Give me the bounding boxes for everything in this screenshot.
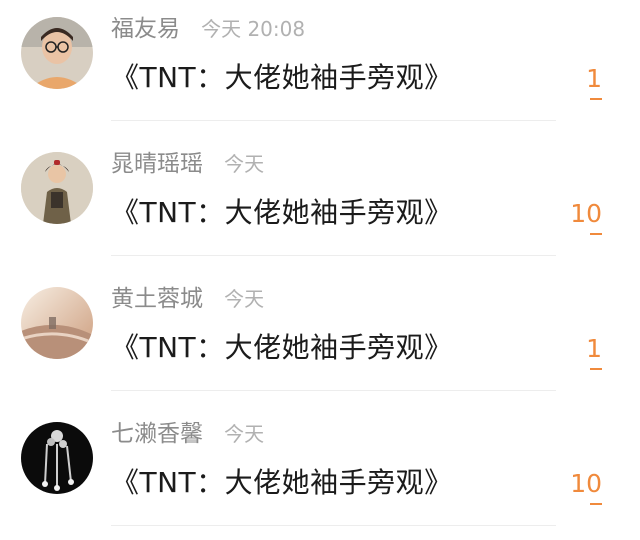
avatar[interactable] <box>21 287 93 359</box>
badge-underline <box>590 503 602 505</box>
user-line: 福友易 今天 20:08 <box>111 9 305 45</box>
list-item[interactable]: 福友易 今天 20:08 《TNT：大佬她袖手旁观》 1 <box>0 0 640 135</box>
avatar[interactable] <box>21 422 93 494</box>
divider <box>111 120 556 121</box>
user-line: 七濑香馨 今天 <box>111 414 264 450</box>
badge-underline <box>590 368 602 370</box>
post-title[interactable]: 《TNT：大佬她袖手旁观》 <box>111 326 453 366</box>
divider <box>111 390 556 391</box>
badge-underline <box>590 233 602 235</box>
avatar-sunset-beach-icon <box>21 287 93 359</box>
username[interactable]: 黄土蓉城 <box>111 286 203 312</box>
avatar-person-glasses-icon <box>21 17 93 89</box>
username[interactable]: 七濑香馨 <box>111 421 203 447</box>
user-line: 晁晴瑶瑶 今天 <box>111 144 264 180</box>
timestamp: 今天 <box>224 287 265 311</box>
divider <box>111 255 556 256</box>
post-title[interactable]: 《TNT：大佬她袖手旁观》 <box>111 191 453 231</box>
post-title[interactable]: 《TNT：大佬她袖手旁观》 <box>111 461 453 501</box>
post-title[interactable]: 《TNT：大佬她袖手旁观》 <box>111 56 453 96</box>
timestamp: 今天 20:08 <box>201 17 306 41</box>
timestamp: 今天 <box>224 422 265 446</box>
count-badge[interactable]: 10 <box>570 469 602 498</box>
avatar-jewelry-icon <box>21 422 93 494</box>
avatar[interactable] <box>21 152 93 224</box>
count-badge[interactable]: 1 <box>586 334 602 363</box>
list-item[interactable]: 七濑香馨 今天 《TNT：大佬她袖手旁观》 10 <box>0 405 640 540</box>
count-badge[interactable]: 10 <box>570 199 602 228</box>
timestamp: 今天 <box>224 152 265 176</box>
username[interactable]: 福友易 <box>111 16 180 42</box>
count-badge[interactable]: 1 <box>586 64 602 93</box>
divider <box>111 525 556 526</box>
badge-underline <box>590 98 602 100</box>
user-line: 黄土蓉城 今天 <box>111 279 264 315</box>
list-item[interactable]: 黄土蓉城 今天 《TNT：大佬她袖手旁观》 1 <box>0 270 640 405</box>
username[interactable]: 晁晴瑶瑶 <box>111 151 203 177</box>
avatar[interactable] <box>21 17 93 89</box>
avatar-girl-outfit-icon <box>21 152 93 224</box>
list-item[interactable]: 晁晴瑶瑶 今天 《TNT：大佬她袖手旁观》 10 <box>0 135 640 270</box>
